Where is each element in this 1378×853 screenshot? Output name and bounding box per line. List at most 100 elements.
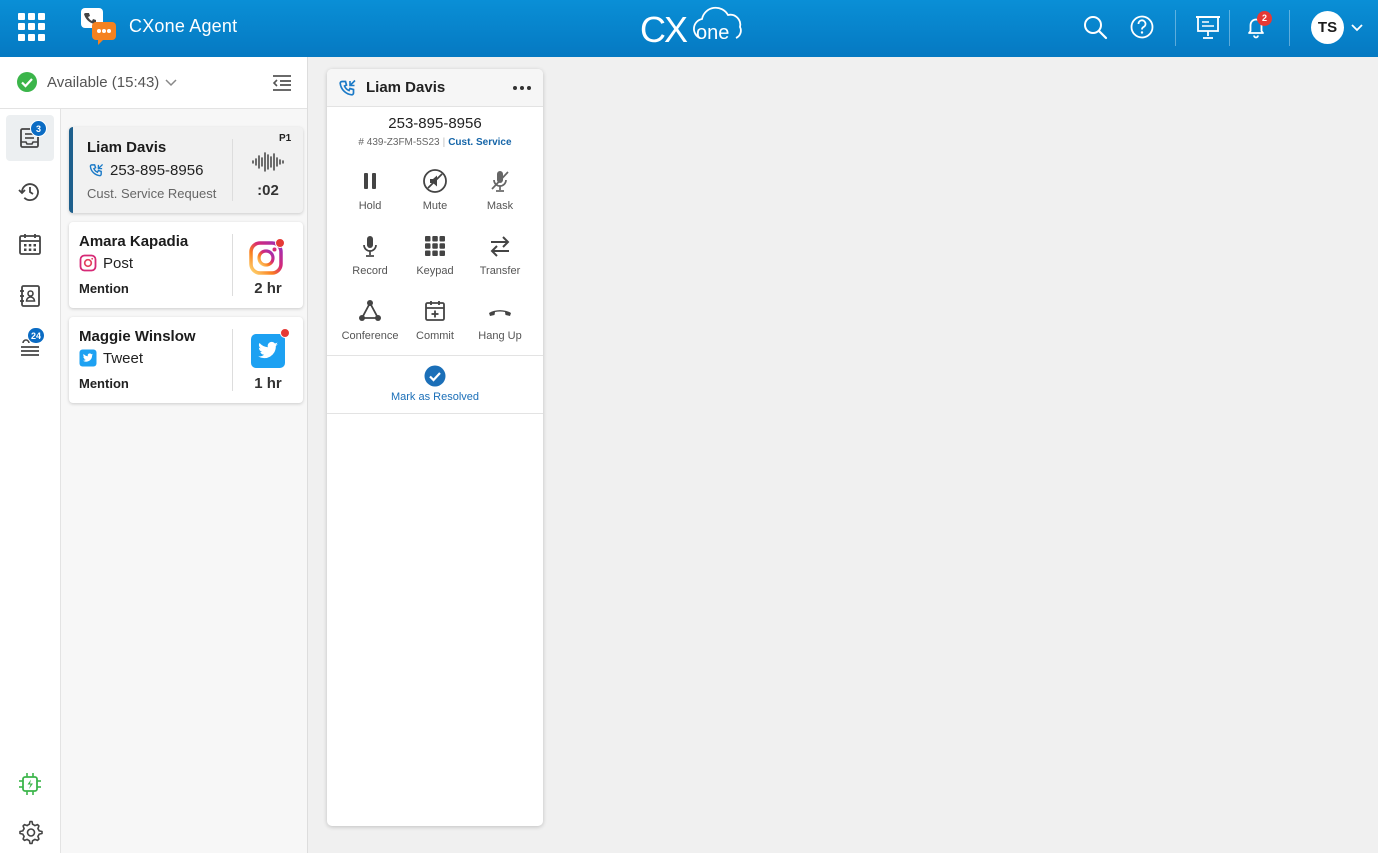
interaction-type: Mention (79, 376, 129, 391)
interaction-card-twitter[interactable]: Maggie Winslow Tweet Mention 1 hr (69, 317, 303, 403)
cxone-brand-logo: CX one (640, 6, 742, 48)
interaction-age: 2 hr (254, 280, 282, 297)
presentation-icon[interactable] (1195, 14, 1221, 40)
record-label: Record (352, 265, 388, 277)
help-icon[interactable] (1129, 14, 1155, 40)
chevron-down-icon[interactable] (1350, 20, 1364, 34)
nav-item-history[interactable] (6, 169, 54, 215)
interaction-card-instagram[interactable]: Amara Kapadia Post Mention 2 hr (69, 222, 303, 308)
mic-off-icon (491, 171, 509, 192)
contact-name: Amara Kapadia (79, 233, 189, 250)
mask-button[interactable]: Mask (467, 168, 533, 224)
priority-label: P1 (279, 133, 292, 144)
unread-indicator (275, 238, 285, 248)
unread-indicator (280, 328, 290, 338)
twitter-logo-icon (251, 334, 285, 368)
nav-item-agent-assist[interactable] (6, 761, 54, 807)
phone-icon (89, 163, 104, 177)
nav-rail: 3 24 (0, 109, 61, 853)
agent-left-panel: Available (15:43) 3 24 Liam Davis 253-89… (0, 57, 308, 853)
interaction-list: Liam Davis 253-895-8956 Cust. Service Re… (61, 109, 307, 853)
more-options-icon[interactable] (513, 86, 531, 91)
channel-row: Tweet (79, 349, 143, 367)
gear-icon (19, 820, 43, 845)
agent-state-label: Available (15:43) (47, 74, 160, 91)
mute-label: Mute (422, 200, 448, 212)
microphone-icon (363, 236, 377, 257)
case-id: # 439-Z3FM-5S23 (358, 137, 440, 148)
keypad-icon (425, 236, 445, 256)
collapse-panel-icon[interactable] (271, 73, 293, 93)
toolbar-divider (1289, 10, 1290, 46)
contact-phone: 253-895-8956 (110, 162, 204, 179)
transfer-button[interactable]: Transfer (467, 233, 533, 289)
divider (327, 413, 543, 414)
toolbar-divider (1175, 10, 1176, 46)
hold-button[interactable]: Hold (337, 168, 403, 224)
agent-state-selector[interactable]: Available (15:43) (0, 57, 307, 109)
call-meta: # 439-Z3FM-5S23 | Cust. Service (358, 137, 512, 148)
commit-button[interactable]: Commit (402, 298, 468, 354)
user-avatar[interactable]: TS (1311, 11, 1344, 44)
card-divider (232, 329, 233, 391)
keypad-label: Keypad (416, 265, 454, 277)
pause-icon (364, 173, 376, 189)
audio-waveform-icon (252, 152, 284, 172)
conference-button[interactable]: Conference (337, 298, 403, 354)
nav-item-queue[interactable]: 24 (6, 323, 54, 369)
keypad-button[interactable]: Keypad (402, 233, 468, 289)
chevron-down-icon[interactable] (164, 75, 178, 89)
svg-text:one: one (696, 22, 729, 44)
instagram-icon (79, 254, 97, 272)
channel-label: Tweet (103, 349, 144, 367)
calendar-icon (19, 234, 41, 255)
commit-label: Commit (416, 330, 454, 342)
conference-icon (359, 300, 381, 321)
mute-icon (423, 169, 447, 193)
card-divider (232, 234, 233, 296)
mute-button[interactable]: Mute (402, 168, 468, 224)
call-panel-header: Liam Davis (327, 69, 543, 107)
contact-phone-row: 253-895-8956 (89, 162, 203, 179)
active-call-panel: Liam Davis 253-895-8956 # 439-Z3FM-5S23 |… (327, 69, 543, 826)
nav-item-schedule[interactable] (6, 221, 54, 267)
record-button[interactable]: Record (337, 233, 403, 289)
call-contact-name: Liam Davis (366, 79, 446, 96)
hold-label: Hold (358, 200, 382, 212)
transfer-label: Transfer (479, 265, 521, 277)
contact-book-icon (20, 285, 40, 307)
app-launcher-icon[interactable] (18, 13, 46, 41)
mark-as-resolved-label: Mark as Resolved (390, 391, 480, 403)
card-divider (232, 139, 233, 201)
interactions-count-badge: 3 (30, 120, 47, 137)
toolbar-divider (1229, 10, 1230, 46)
call-phone-number: 253-895-8956 (388, 115, 482, 132)
twitter-icon (79, 349, 97, 367)
skill-link[interactable]: Cust. Service (448, 137, 511, 148)
nav-item-settings[interactable] (6, 809, 54, 853)
nav-item-directory[interactable] (6, 273, 54, 319)
interaction-type: Mention (79, 281, 129, 296)
cxone-agent-logo-icon (81, 8, 116, 45)
nav-item-interactions[interactable]: 3 (6, 115, 54, 161)
contact-name: Liam Davis (87, 139, 167, 156)
hang-up-icon (489, 310, 511, 316)
available-status-icon (17, 72, 37, 92)
call-timer: :02 (257, 182, 279, 199)
mark-as-resolved-button[interactable]: Mark as Resolved (327, 365, 543, 403)
hang-up-label: Hang Up (478, 330, 522, 342)
incoming-call-icon (339, 79, 356, 96)
transfer-arrows-icon (490, 236, 510, 257)
notification-badge: 2 (1257, 11, 1272, 26)
calendar-add-icon (425, 301, 445, 321)
interaction-card-call[interactable]: Liam Davis 253-895-8956 Cust. Service Re… (69, 127, 303, 213)
top-bar: CXone Agent CX one 2 TS (0, 0, 1378, 57)
search-icon[interactable] (1082, 14, 1108, 40)
contact-name: Maggie Winslow (79, 328, 196, 345)
chip-lightning-icon (19, 773, 41, 795)
hang-up-button[interactable]: Hang Up (467, 298, 533, 354)
channel-label: Post (103, 254, 134, 272)
mask-label: Mask (486, 200, 514, 212)
divider (327, 355, 543, 356)
svg-text:CX: CX (640, 9, 688, 48)
